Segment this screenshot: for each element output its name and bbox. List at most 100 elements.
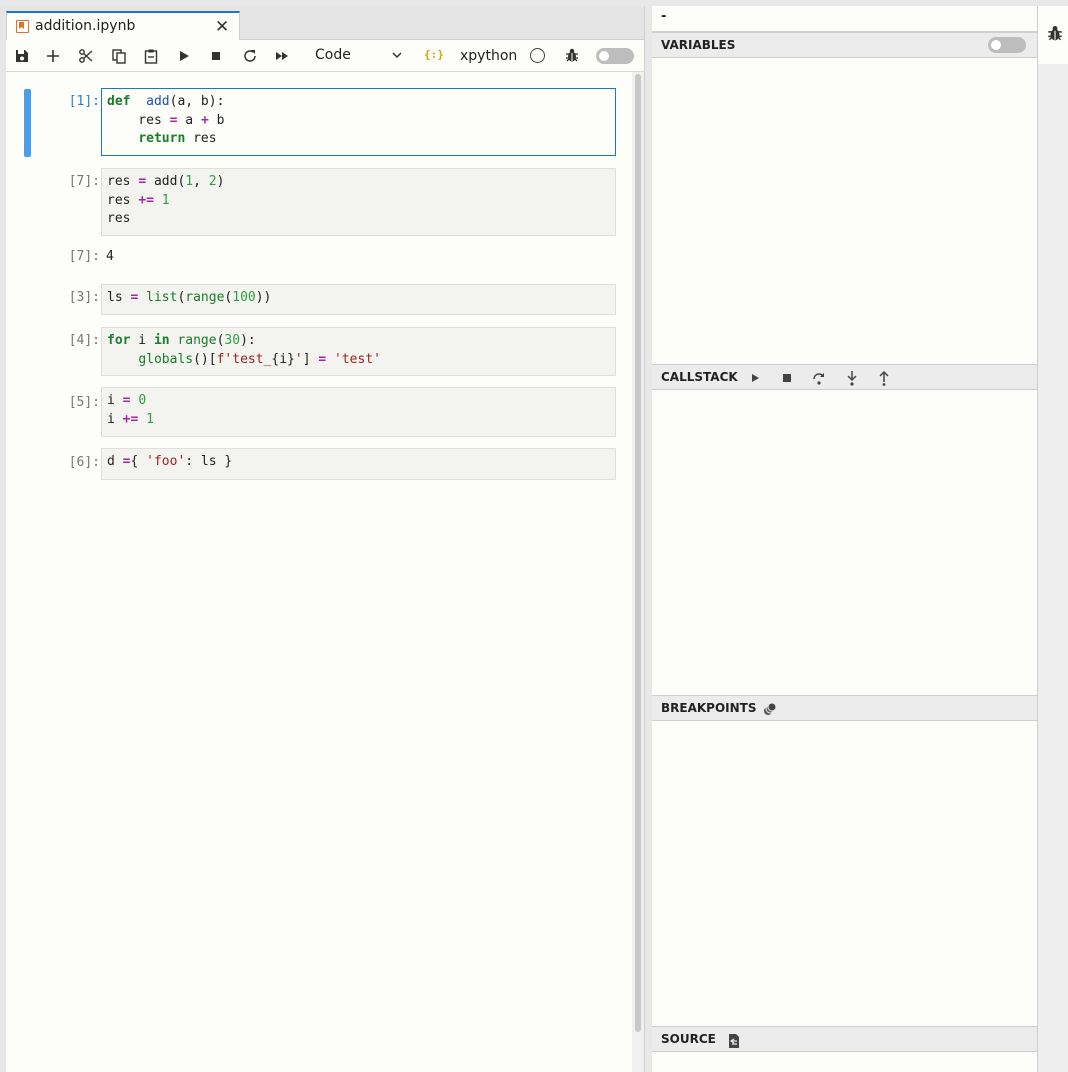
run-icon[interactable]	[174, 46, 194, 66]
code-token: res	[185, 131, 217, 147]
tab-close-icon[interactable]: ✕	[215, 17, 229, 37]
breakpoints-header[interactable]: BREAKPOINTS	[652, 695, 1037, 721]
callstack-body	[652, 390, 1037, 695]
code-token: add(	[146, 174, 186, 189]
code-editor[interactable]: ls = list(range(100))	[101, 284, 616, 315]
code-token: range	[185, 290, 225, 305]
add-cell-icon[interactable]	[43, 46, 63, 66]
input-prompt: [7]:	[68, 174, 100, 189]
code-editor[interactable]: i = 0i += 1	[101, 387, 616, 437]
code-token: 'test'	[334, 351, 381, 367]
save-icon[interactable]	[12, 46, 32, 66]
continue-icon[interactable]	[747, 370, 763, 386]
code-token: a	[177, 112, 201, 128]
variables-body	[652, 58, 1037, 364]
code-editor[interactable]: d ={ 'foo': ls }	[101, 448, 616, 480]
notebook-panel: [1]: def add(a, b): res = a + b return r…	[6, 72, 632, 1072]
kernel-name[interactable]: xpython	[460, 48, 517, 64]
output-value: 4	[106, 249, 114, 264]
variables-view-toggle[interactable]	[988, 37, 1026, 53]
code-token: 'foo'	[146, 454, 186, 469]
code-token: ))	[255, 290, 272, 305]
code-editor[interactable]: def add(a, b): res = a + b return res	[101, 88, 616, 156]
remove-all-breakpoints-icon[interactable]	[762, 701, 778, 717]
code-token: '	[294, 351, 303, 367]
code-token: 30	[224, 333, 241, 348]
input-prompt: [1]:	[68, 94, 100, 109]
code-token: range	[177, 333, 217, 348]
source-body	[652, 1052, 1037, 1072]
active-cell-collapser[interactable]	[24, 89, 31, 157]
code-token: +=	[138, 192, 154, 208]
cut-icon[interactable]	[76, 46, 96, 66]
code-token: def	[107, 94, 131, 109]
code-editor[interactable]: for i in range(30): globals()[f'test_{i}…	[101, 327, 616, 376]
debugger-toggle[interactable]	[596, 48, 634, 64]
tab-addition-ipynb[interactable]: addition.ipynb ✕	[6, 11, 240, 41]
code-line: res	[107, 210, 610, 229]
panel-splitter[interactable]	[644, 6, 652, 1072]
notebook-scrollbar[interactable]	[632, 72, 644, 1072]
copy-icon[interactable]	[109, 46, 129, 66]
variables-label: VARIABLES	[661, 38, 736, 52]
notebook-tab-bar: addition.ipynb ✕	[6, 6, 651, 41]
code-editor[interactable]: res = add(1, 2) res += 1 res	[101, 168, 616, 236]
debugger-sidebar-tab[interactable]	[1038, 6, 1068, 64]
code-token: b	[208, 112, 225, 128]
callstack-label: CALLSTACK	[661, 370, 738, 384]
open-source-icon[interactable]	[726, 1033, 742, 1049]
code-token: d	[107, 454, 123, 469]
code-token: return	[138, 131, 186, 147]
code-token: =	[318, 351, 327, 367]
code-token: {	[130, 454, 147, 469]
code-token: res	[107, 174, 139, 189]
restart-icon[interactable]	[240, 46, 260, 66]
paste-icon[interactable]	[141, 46, 161, 66]
code-line: ls = list(range(100))	[107, 289, 610, 308]
input-prompt: [6]:	[68, 455, 100, 470]
code-token: i	[107, 393, 123, 408]
bug-icon	[566, 48, 578, 62]
step-in-icon[interactable]	[844, 370, 860, 386]
chevron-down-icon[interactable]	[390, 48, 404, 62]
code-token: globals	[138, 351, 194, 367]
code-token: 1	[146, 411, 154, 427]
code-token: ,	[193, 174, 209, 189]
fast-forward-icon[interactable]	[272, 46, 292, 66]
code-token: list	[146, 290, 178, 305]
code-line: globals()[f'test_{i}'] = 'test'	[107, 351, 610, 370]
scrollbar-thumb[interactable]	[635, 74, 641, 1032]
step-out-icon[interactable]	[876, 370, 892, 386]
code-token: 0	[138, 393, 147, 408]
cell-type-select[interactable]: Code	[315, 47, 351, 63]
code-token: =	[138, 174, 147, 189]
breakpoints-body	[652, 721, 1037, 1026]
code-token: i	[107, 411, 123, 427]
jupyterlab-app: addition.ipynb ✕ Code {:} xpython [1]: d…	[0, 0, 1068, 1072]
step-over-icon[interactable]	[811, 370, 827, 386]
code-token: res	[107, 112, 170, 128]
notebook-icon	[16, 20, 29, 33]
stop-icon[interactable]	[206, 46, 226, 66]
code-line: return res	[107, 130, 610, 149]
variables-header[interactable]: VARIABLES	[652, 32, 1037, 58]
code-token: res	[107, 211, 131, 227]
code-token: add	[146, 94, 170, 109]
debugger-panel: - VARIABLES CALLSTACK BREAKPOINTS SOURCE	[652, 6, 1037, 1072]
terminate-icon[interactable]	[779, 370, 795, 386]
callstack-header[interactable]: CALLSTACK	[652, 364, 1037, 390]
input-prompt: [5]:	[68, 395, 100, 410]
source-label: SOURCE	[661, 1032, 716, 1046]
code-line: i = 0	[107, 392, 610, 411]
code-token: )	[216, 174, 225, 189]
input-prompt: [3]:	[68, 290, 100, 305]
code-token: i	[130, 333, 154, 348]
notebook-toolbar: Code {:} xpython	[6, 40, 651, 72]
kernel-status-idle-icon	[530, 48, 545, 63]
code-line: for i in range(30):	[107, 332, 610, 351]
source-header[interactable]: SOURCE	[652, 1026, 1037, 1052]
